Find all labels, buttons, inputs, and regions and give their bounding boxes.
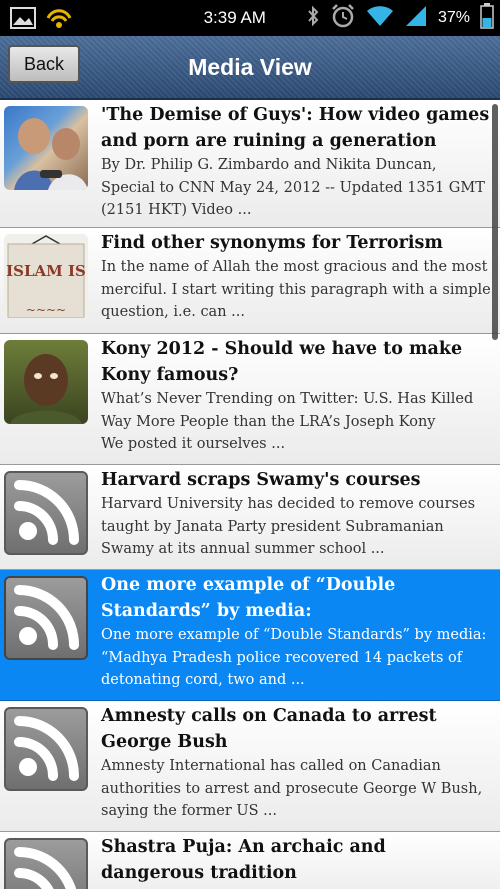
article-title: Amnesty calls on Canada to arrest George… <box>101 706 437 752</box>
article-thumbnail <box>4 340 88 424</box>
list-item[interactable]: Shastra Puja: An archaic and dangerous t… <box>0 832 500 889</box>
rss-icon <box>4 707 88 791</box>
article-title: Find other synonyms for Terrorism <box>101 233 443 253</box>
svg-text:~~~~: ~~~~ <box>26 303 66 317</box>
rss-icon <box>4 471 88 555</box>
article-list[interactable]: 'The Demise of Guys': How video games an… <box>0 100 500 889</box>
alarm-icon <box>330 3 356 33</box>
rss-icon <box>4 838 88 889</box>
article-title: One more example of “Double Standards” b… <box>101 575 396 621</box>
article-thumbnail <box>4 106 88 190</box>
portrait-photo <box>10 354 82 424</box>
list-item[interactable]: Harvard scraps Swamy's courses Harvard U… <box>0 465 500 570</box>
wifi-icon <box>366 5 394 31</box>
list-item[interactable]: Amnesty calls on Canada to arrest George… <box>0 701 500 832</box>
clock-time: 3:39 AM <box>203 8 266 27</box>
article-snippet: One more example of “Double Standards” b… <box>101 627 487 688</box>
list-item[interactable]: Kony 2012 - Should we have to make Kony … <box>0 334 500 465</box>
islam-sign-photo: ISLAM IS ~~~~ <box>4 234 88 318</box>
signal-icon <box>404 4 428 32</box>
scrollbar[interactable] <box>492 104 498 340</box>
article-snippet: What’s Never Trending on Twitter: U.S. H… <box>101 391 474 452</box>
article-snippet: By Dr. Philip G. Zimbardo and Nikita Dun… <box>101 157 485 218</box>
app-header: Media View Back <box>0 36 500 100</box>
rss-icon <box>4 576 88 660</box>
status-bar: 3:39 AM 37% <box>0 0 500 36</box>
kids-gaming-photo <box>14 118 88 190</box>
wifi-broadcast-icon <box>44 6 74 34</box>
article-thumbnail: ISLAM IS ~~~~ <box>4 234 88 318</box>
battery-percent: 37% <box>437 9 470 26</box>
back-button[interactable]: Back <box>8 45 80 83</box>
article-title: Kony 2012 - Should we have to make Kony … <box>101 339 463 385</box>
article-snippet: In the name of Allah the most gracious a… <box>101 259 491 320</box>
article-title: Harvard scraps Swamy's courses <box>101 470 421 490</box>
battery-icon <box>480 3 494 33</box>
article-snippet: Harvard University has decided to remove… <box>101 496 476 557</box>
list-item-selected[interactable]: One more example of “Double Standards” b… <box>0 570 500 701</box>
list-item[interactable]: ISLAM IS ~~~~ Find other synonyms for Te… <box>0 228 500 334</box>
list-item[interactable]: 'The Demise of Guys': How video games an… <box>0 100 500 228</box>
gallery-icon <box>10 7 36 33</box>
bluetooth-icon <box>306 4 320 32</box>
article-snippet: Amnesty International has called on Cana… <box>101 758 483 819</box>
article-title: Shastra Puja: An archaic and dangerous t… <box>101 837 386 883</box>
article-title: 'The Demise of Guys': How video games an… <box>101 105 490 151</box>
sign-text: ISLAM IS <box>6 262 86 280</box>
